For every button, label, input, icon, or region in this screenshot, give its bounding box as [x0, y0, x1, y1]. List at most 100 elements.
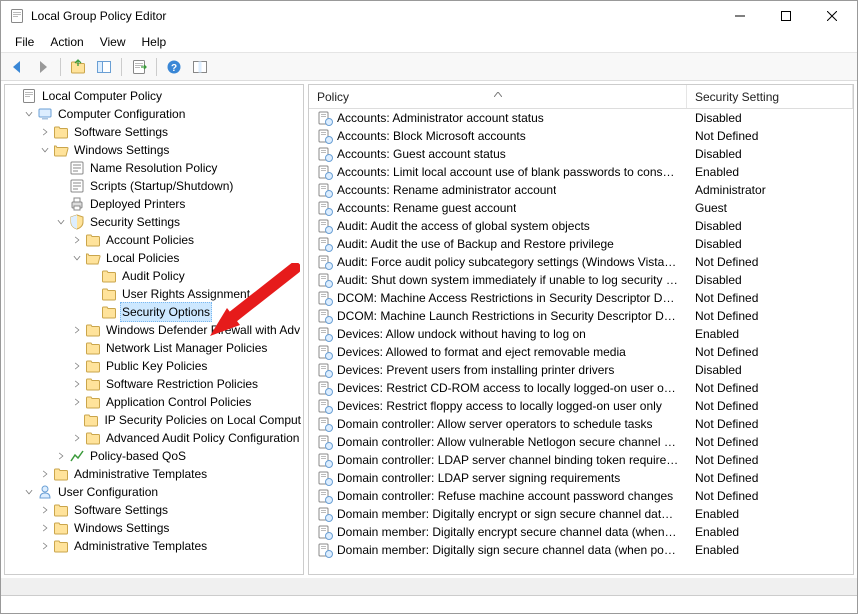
policy-row[interactable]: Devices: Prevent users from installing p…	[309, 361, 853, 379]
setting-cell: Enabled	[687, 543, 853, 557]
tree-node-acctPol[interactable]: Account Policies	[5, 231, 303, 249]
expand-icon[interactable]	[69, 322, 85, 338]
tree-node-localPol[interactable]: Local Policies	[5, 249, 303, 267]
setting-cell: Not Defined	[687, 471, 853, 485]
tree-node-ipSec[interactable]: IP Security Policies on Local Comput	[5, 411, 303, 429]
policy-row[interactable]: Audit: Shut down system immediately if u…	[309, 271, 853, 289]
policy-name: Domain controller: Refuse machine accoun…	[337, 489, 673, 503]
tree-node-winSet1[interactable]: Windows Settings	[5, 141, 303, 159]
tree-node-pubKey[interactable]: Public Key Policies	[5, 357, 303, 375]
policy-row[interactable]: Domain member: Digitally encrypt or sign…	[309, 505, 853, 523]
menu-action[interactable]: Action	[42, 32, 91, 52]
folder-icon	[101, 304, 117, 320]
tree-node-softSet2[interactable]: Software Settings	[5, 501, 303, 519]
policy-row[interactable]: Accounts: Block Microsoft accountsNot De…	[309, 127, 853, 145]
policy-row[interactable]: Devices: Restrict floppy access to local…	[309, 397, 853, 415]
policy-row[interactable]: Domain controller: Allow server operator…	[309, 415, 853, 433]
folder-icon	[53, 124, 69, 140]
tree-node-auditPol[interactable]: Audit Policy	[5, 267, 303, 285]
column-header-setting[interactable]: Security Setting	[687, 85, 853, 108]
tree-node-root[interactable]: Local Computer Policy	[5, 87, 303, 105]
menu-view[interactable]: View	[92, 32, 134, 52]
expand-icon[interactable]	[37, 466, 53, 482]
twisty-spacer	[85, 286, 101, 302]
policy-row[interactable]: Devices: Allow undock without having to …	[309, 325, 853, 343]
expand-icon[interactable]	[37, 538, 53, 554]
policy-icon	[317, 290, 333, 306]
tree-node-scripts[interactable]: Scripts (Startup/Shutdown)	[5, 177, 303, 195]
policy-row[interactable]: Devices: Restrict CD-ROM access to local…	[309, 379, 853, 397]
collapse-icon[interactable]	[37, 142, 53, 158]
expand-icon[interactable]	[69, 376, 85, 392]
policy-row[interactable]: Accounts: Limit local account use of bla…	[309, 163, 853, 181]
expand-icon[interactable]	[37, 520, 53, 536]
up-button[interactable]	[66, 56, 90, 78]
policy-row[interactable]: DCOM: Machine Access Restrictions in Sec…	[309, 289, 853, 307]
policy-row[interactable]: Domain controller: Allow vulnerable Netl…	[309, 433, 853, 451]
policy-row[interactable]: DCOM: Machine Launch Restrictions in Sec…	[309, 307, 853, 325]
collapse-icon[interactable]	[69, 250, 85, 266]
collapse-icon[interactable]	[53, 214, 69, 230]
menu-file[interactable]: File	[7, 32, 42, 52]
tree-pane[interactable]: Local Computer PolicyComputer Configurat…	[4, 84, 304, 575]
tree-node-compConf[interactable]: Computer Configuration	[5, 105, 303, 123]
tree-node-qos[interactable]: Policy-based QoS	[5, 447, 303, 465]
tree-node-advAudit[interactable]: Advanced Audit Policy Configuration	[5, 429, 303, 447]
expand-icon[interactable]	[69, 394, 85, 410]
policy-row[interactable]: Accounts: Guest account statusDisabled	[309, 145, 853, 163]
policy-row[interactable]: Accounts: Administrator account statusDi…	[309, 109, 853, 127]
folder-icon	[85, 376, 101, 392]
policy-name: Audit: Audit the use of Backup and Resto…	[337, 237, 614, 251]
back-button[interactable]	[5, 56, 29, 78]
filter-button[interactable]	[188, 56, 212, 78]
tree-node-wfAdv[interactable]: Windows Defender Firewall with Adv	[5, 321, 303, 339]
menubar: File Action View Help	[1, 31, 857, 53]
policy-row[interactable]: Domain controller: LDAP server signing r…	[309, 469, 853, 487]
tree-node-netList[interactable]: Network List Manager Policies	[5, 339, 303, 357]
menu-help[interactable]: Help	[134, 32, 175, 52]
tree-label: Application Control Policies	[104, 393, 253, 411]
close-button[interactable]	[809, 1, 855, 31]
forward-button[interactable]	[31, 56, 55, 78]
policy-row[interactable]: Audit: Force audit policy subcategory se…	[309, 253, 853, 271]
tree-node-secSettings[interactable]: Security Settings	[5, 213, 303, 231]
expand-icon[interactable]	[37, 124, 53, 140]
policy-row[interactable]: Accounts: Rename guest accountGuest	[309, 199, 853, 217]
collapse-icon[interactable]	[21, 106, 37, 122]
expand-icon[interactable]	[69, 430, 85, 446]
tree-node-softRestrict[interactable]: Software Restriction Policies	[5, 375, 303, 393]
expand-icon[interactable]	[53, 448, 69, 464]
expand-icon[interactable]	[69, 232, 85, 248]
show-hide-tree-button[interactable]	[92, 56, 116, 78]
tree-node-secOptions[interactable]: Security Options	[5, 303, 303, 321]
tree-node-appCtrl[interactable]: Application Control Policies	[5, 393, 303, 411]
tree-node-winSet2[interactable]: Windows Settings	[5, 519, 303, 537]
minimize-button[interactable]	[717, 1, 763, 31]
expand-icon[interactable]	[37, 502, 53, 518]
tree-node-userRights[interactable]: User Rights Assignment	[5, 285, 303, 303]
app-icon	[9, 8, 25, 24]
policy-row[interactable]: Domain controller: LDAP server channel b…	[309, 451, 853, 469]
tree-node-softSet1[interactable]: Software Settings	[5, 123, 303, 141]
export-button[interactable]	[127, 56, 151, 78]
policy-row[interactable]: Domain member: Digitally sign secure cha…	[309, 541, 853, 559]
policy-row[interactable]: Domain controller: Refuse machine accoun…	[309, 487, 853, 505]
list-pane[interactable]: Policy Security Setting Accounts: Admini…	[308, 84, 854, 575]
policy-row[interactable]: Accounts: Rename administrator accountAd…	[309, 181, 853, 199]
collapse-icon[interactable]	[21, 484, 37, 500]
expand-icon[interactable]	[69, 358, 85, 374]
policy-row[interactable]: Domain member: Digitally encrypt secure …	[309, 523, 853, 541]
column-header-policy[interactable]: Policy	[309, 85, 687, 108]
policy-row[interactable]: Audit: Audit the use of Backup and Resto…	[309, 235, 853, 253]
tree-node-adminT2[interactable]: Administrative Templates	[5, 537, 303, 555]
policy-row[interactable]: Devices: Allowed to format and eject rem…	[309, 343, 853, 361]
help-button[interactable]: ?	[162, 56, 186, 78]
horizontal-scrollbar[interactable]	[1, 578, 857, 595]
twisty-spacer	[69, 340, 85, 356]
maximize-button[interactable]	[763, 1, 809, 31]
tree-node-userConf[interactable]: User Configuration	[5, 483, 303, 501]
tree-node-depPrinters[interactable]: Deployed Printers	[5, 195, 303, 213]
policy-row[interactable]: Audit: Audit the access of global system…	[309, 217, 853, 235]
tree-node-adminT1[interactable]: Administrative Templates	[5, 465, 303, 483]
tree-node-nameRes[interactable]: Name Resolution Policy	[5, 159, 303, 177]
